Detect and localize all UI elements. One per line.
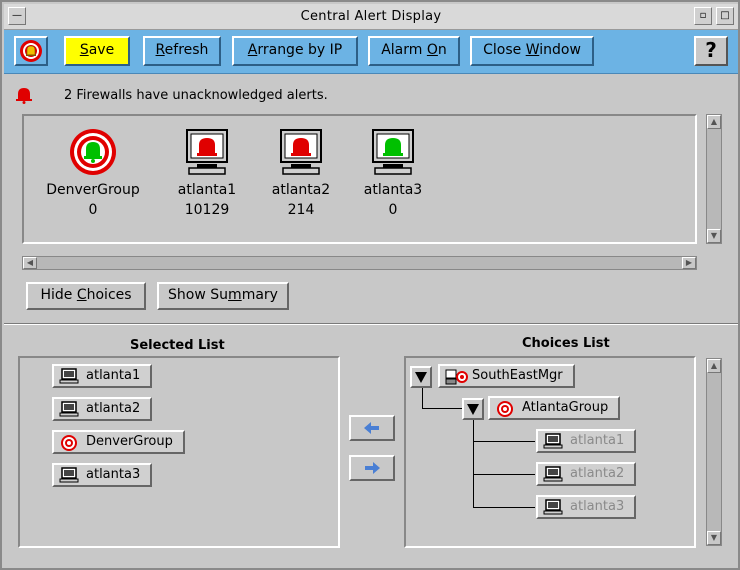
monitor-ok-icon [372,129,414,175]
list-item[interactable]: DenverGroup [52,430,185,454]
node-label: DenverGroup [46,182,140,198]
show-summary-button[interactable]: Show Summary [157,282,289,310]
tree-item-host[interactable]: atlanta3 [536,495,637,519]
node-label: atlanta3 [363,182,423,198]
save-button[interactable]: Save [64,36,130,66]
monitor-icon [543,466,563,482]
triangle-down-icon [467,404,479,415]
tree-line [473,420,474,508]
arrow-right-icon [365,462,380,474]
scroll-down-arrow-icon[interactable]: ▼ [707,229,721,243]
maximize-button[interactable]: □ [716,7,734,25]
manager-icon [445,369,468,385]
move-right-button[interactable] [349,455,395,481]
scroll-right-arrow-icon[interactable]: ▶ [682,257,696,269]
list-item[interactable]: atlanta1 [52,364,153,388]
tree-line [473,507,535,508]
group-target-icon [61,435,77,451]
arrow-left-icon [364,422,379,434]
icon-panel-vscrollbar[interactable]: ▲ ▼ [706,114,722,244]
group-target-icon [70,129,116,175]
tree-line [473,474,535,475]
tree-item-host[interactable]: atlanta2 [536,462,637,486]
hide-choices-button[interactable]: Hide Choices [26,282,146,310]
toolbar: Save Refresh Arrange by IP Alarm On Clos… [4,30,738,74]
move-left-button[interactable] [349,415,395,441]
tree-line [422,388,423,408]
icon-panel-hscrollbar[interactable]: ◀ ▶ [22,256,697,270]
minimize-button[interactable]: ▫ [694,7,712,25]
monitor-icon [59,467,79,483]
refresh-button[interactable]: Refresh [143,36,221,66]
scroll-left-arrow-icon[interactable]: ◀ [23,257,37,269]
tree-item-southeastmgr[interactable]: SouthEastMgr [438,364,575,388]
arrange-by-ip-button[interactable]: Arrange by IP [232,36,358,66]
close-window-button[interactable]: Close Window [470,36,594,66]
tree-line [422,408,462,409]
alert-count: 0 [88,202,98,218]
window-title: Central Alert Display [300,9,442,24]
alarm-target-icon [20,40,42,62]
tree-item-atlantagroup[interactable]: AtlantaGroup [488,396,621,420]
scroll-down-arrow-icon[interactable]: ▼ [707,531,721,545]
list-item[interactable]: atlanta2 [52,397,153,421]
list-item[interactable]: atlanta3 [52,463,153,487]
alarm-bell-icon[interactable] [14,36,48,66]
monitor-alert-icon [280,129,322,175]
scroll-up-arrow-icon[interactable]: ▲ [707,359,721,373]
status-message: 2 Firewalls have unacknowledged alerts. [64,88,328,103]
tree-line [473,441,535,442]
monitor-icon [59,401,79,417]
node-denvergroup[interactable]: DenverGroup 0 [38,128,148,218]
node-icon-panel: DenverGroup 0 atlanta1 10129 atlanta2 21… [22,114,697,244]
selected-list-heading: Selected List [130,338,225,353]
selected-list-panel[interactable]: atlanta1 atlanta2 DenverGroup atlanta3 [18,356,340,548]
expand-southeastmgr-toggle[interactable] [410,366,432,388]
monitor-icon [543,433,563,449]
title-bar[interactable]: — Central Alert Display ▫ □ [4,4,738,30]
section-divider [4,323,738,325]
alert-count: 0 [388,202,398,218]
central-alert-window: — Central Alert Display ▫ □ Save Refresh… [0,0,740,570]
tree-item-host[interactable]: atlanta1 [536,429,637,453]
node-atlanta3[interactable]: atlanta3 0 [338,128,448,218]
monitor-icon [59,368,79,384]
triangle-down-icon [415,372,427,383]
monitor-icon [543,499,563,515]
node-label-selected: atlanta1 [177,182,237,198]
monitor-alert-icon [186,129,228,175]
bell-icon [16,88,32,104]
choices-list-heading: Choices List [522,336,610,351]
alarm-on-button[interactable]: Alarm On [368,36,460,66]
choices-list-panel[interactable]: SouthEastMgr AtlantaGroup atlanta1 atlan… [404,356,696,548]
help-button[interactable]: ? [694,36,728,66]
scroll-up-arrow-icon[interactable]: ▲ [707,115,721,129]
choices-list-vscrollbar[interactable]: ▲ ▼ [706,358,722,546]
group-target-icon [497,401,513,417]
expand-atlantagroup-toggle[interactable] [462,398,484,420]
